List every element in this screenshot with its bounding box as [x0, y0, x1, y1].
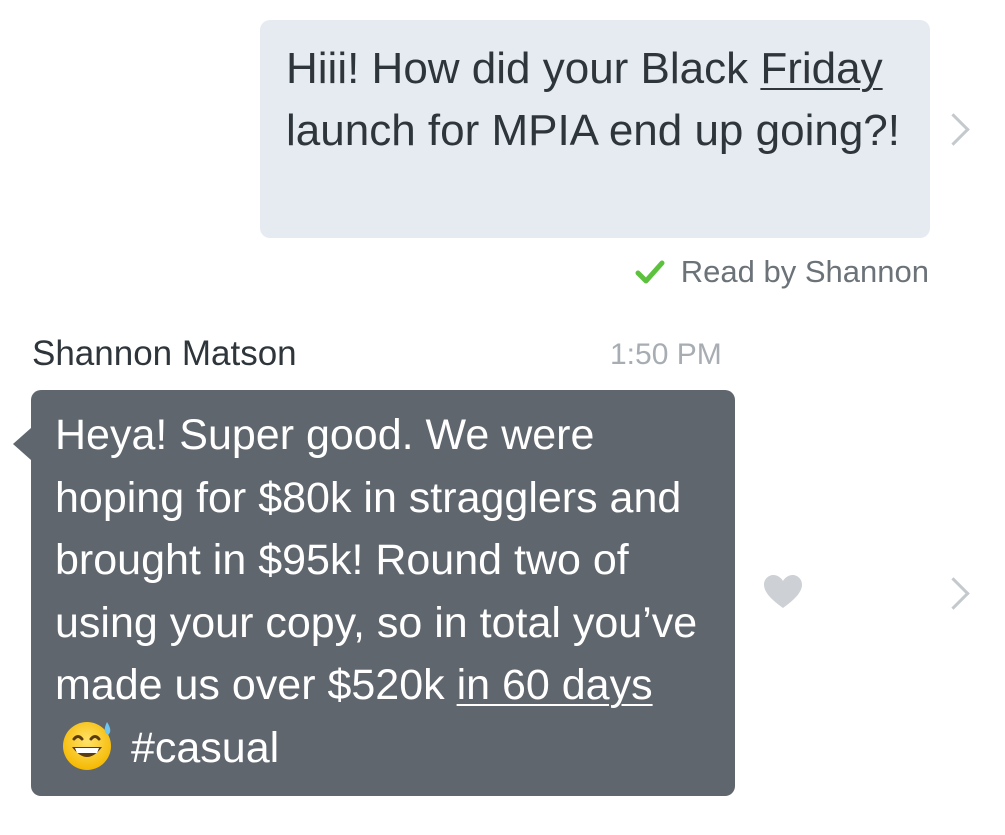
- outgoing-message-text-end: launch for MPIA end up going?!: [286, 106, 900, 155]
- heart-icon[interactable]: [763, 574, 803, 610]
- message-timestamp: 1:50 PM: [610, 338, 722, 371]
- incoming-message-hashtag[interactable]: #casual: [119, 724, 279, 772]
- outgoing-message-bubble[interactable]: Hiii! How did your Black Friday launch f…: [260, 20, 930, 238]
- outgoing-message-text: Hiii! How did your Black: [286, 44, 761, 93]
- sender-name: Shannon Matson: [32, 334, 297, 373]
- outgoing-message-underlined-word[interactable]: Friday: [760, 44, 882, 93]
- incoming-message-bubble[interactable]: Heya! Super good. We were hoping for $80…: [31, 390, 735, 796]
- grinning-face-with-sweat-icon: [63, 721, 111, 770]
- read-receipt: Read by Shannon: [635, 252, 929, 292]
- bubble-tail: [13, 428, 31, 460]
- read-receipt-label: Read by Shannon: [680, 254, 929, 289]
- chevron-right-icon[interactable]: [937, 113, 970, 146]
- chevron-right-icon[interactable]: [937, 577, 970, 610]
- checkmark-icon: [635, 260, 665, 284]
- incoming-message-underlined-text[interactable]: in 60 days: [457, 661, 653, 709]
- partial-icon: [820, 0, 860, 4]
